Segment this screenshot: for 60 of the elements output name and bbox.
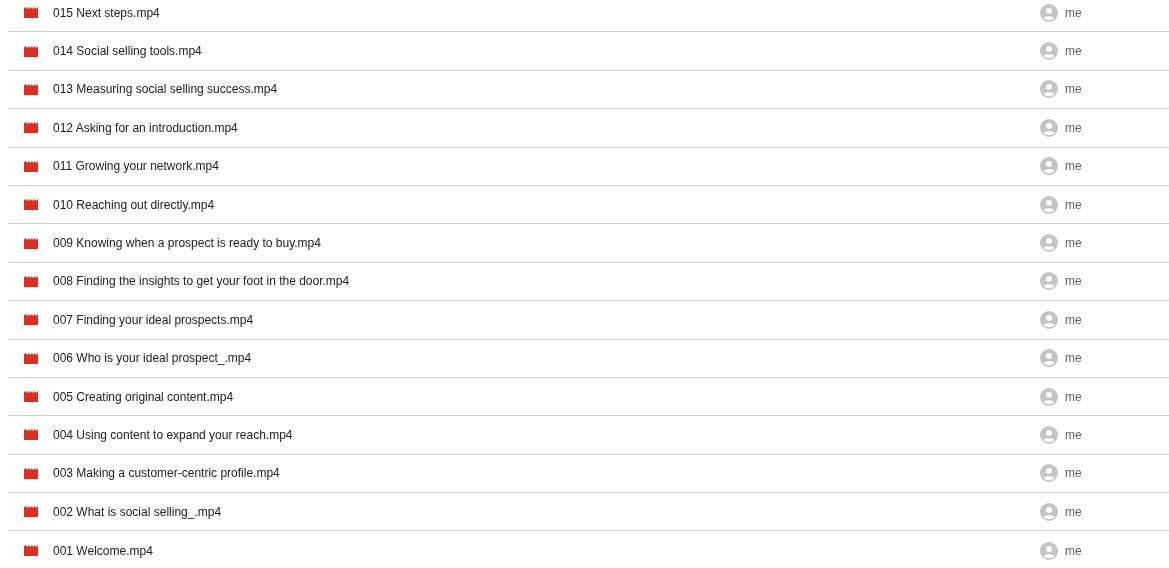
user-avatar-icon — [1040, 234, 1058, 253]
owner-name: me — [1065, 428, 1082, 442]
user-avatar-icon — [1040, 157, 1058, 176]
owner-name: me — [1065, 236, 1082, 251]
video-file-icon — [24, 237, 38, 249]
video-file-icon — [24, 429, 38, 441]
owner-name: me — [1065, 159, 1082, 174]
video-file-icon — [24, 506, 38, 518]
file-name[interactable]: 007 Finding your ideal prospects.mp4 — [53, 312, 1040, 327]
user-avatar-icon — [1040, 3, 1058, 22]
file-name[interactable]: 013 Measuring social selling success.mp4 — [53, 82, 1040, 97]
user-avatar-icon — [1040, 502, 1058, 521]
owner-name: me — [1065, 312, 1082, 327]
video-file-icon — [24, 199, 38, 211]
user-avatar-icon — [1040, 80, 1058, 99]
owner-name: me — [1065, 466, 1082, 481]
user-avatar-icon — [1040, 118, 1058, 137]
file-name[interactable]: 006 Who is your ideal prospect_.mp4 — [53, 351, 1040, 366]
video-file-icon — [24, 352, 38, 364]
file-name[interactable]: 004 Using content to expand your reach.mp4 — [53, 428, 1040, 442]
file-name[interactable]: 012 Asking for an introduction.mp4 — [53, 120, 1040, 135]
video-file-icon — [24, 314, 38, 326]
video-file-icon — [24, 275, 38, 287]
video-file-icon — [24, 83, 38, 95]
user-avatar-icon — [1040, 387, 1058, 406]
file-name[interactable]: 015 Next steps.mp4 — [53, 5, 1040, 20]
file-name[interactable]: 003 Making a customer-centric profile.mp4 — [53, 466, 1040, 481]
owner-name: me — [1065, 197, 1082, 212]
owner-name: me — [1065, 44, 1082, 59]
user-avatar-icon — [1040, 426, 1058, 444]
user-avatar-icon — [1040, 310, 1058, 329]
file-name[interactable]: 009 Knowing when a prospect is ready to buy.mp4 — [53, 236, 1040, 251]
video-file-icon — [24, 467, 38, 479]
file-name[interactable]: 005 Creating original content.mp4 — [53, 389, 1040, 404]
video-file-icon — [24, 545, 38, 557]
video-file-icon — [24, 7, 38, 19]
video-file-icon — [24, 45, 38, 57]
file-name[interactable]: 002 What is social selling_.mp4 — [53, 504, 1040, 519]
file-name[interactable]: 011 Growing your network.mp4 — [53, 159, 1040, 174]
owner-name: me — [1065, 351, 1082, 366]
file-name[interactable]: 010 Reaching out directly.mp4 — [53, 197, 1040, 212]
owner-name: me — [1065, 120, 1082, 135]
video-file-icon — [24, 160, 38, 172]
file-name[interactable]: 008 Finding the insights to get your foot in the door.mp4 — [53, 274, 1040, 289]
user-avatar-icon — [1040, 42, 1058, 61]
user-avatar-icon — [1040, 541, 1058, 560]
user-avatar-icon — [1040, 349, 1058, 368]
video-file-icon — [24, 391, 38, 403]
user-avatar-icon — [1040, 272, 1058, 291]
file-name[interactable]: 014 Social selling tools.mp4 — [53, 44, 1040, 59]
user-avatar-icon — [1040, 195, 1058, 214]
owner-name: me — [1065, 389, 1082, 404]
file-name[interactable]: 001 Welcome.mp4 — [53, 543, 1040, 558]
owner-name: me — [1065, 274, 1082, 289]
owner-name: me — [1065, 543, 1082, 558]
owner-name: me — [1065, 504, 1082, 519]
video-file-icon — [24, 122, 38, 134]
owner-name: me — [1065, 5, 1082, 20]
owner-name: me — [1065, 82, 1082, 97]
user-avatar-icon — [1040, 464, 1058, 483]
